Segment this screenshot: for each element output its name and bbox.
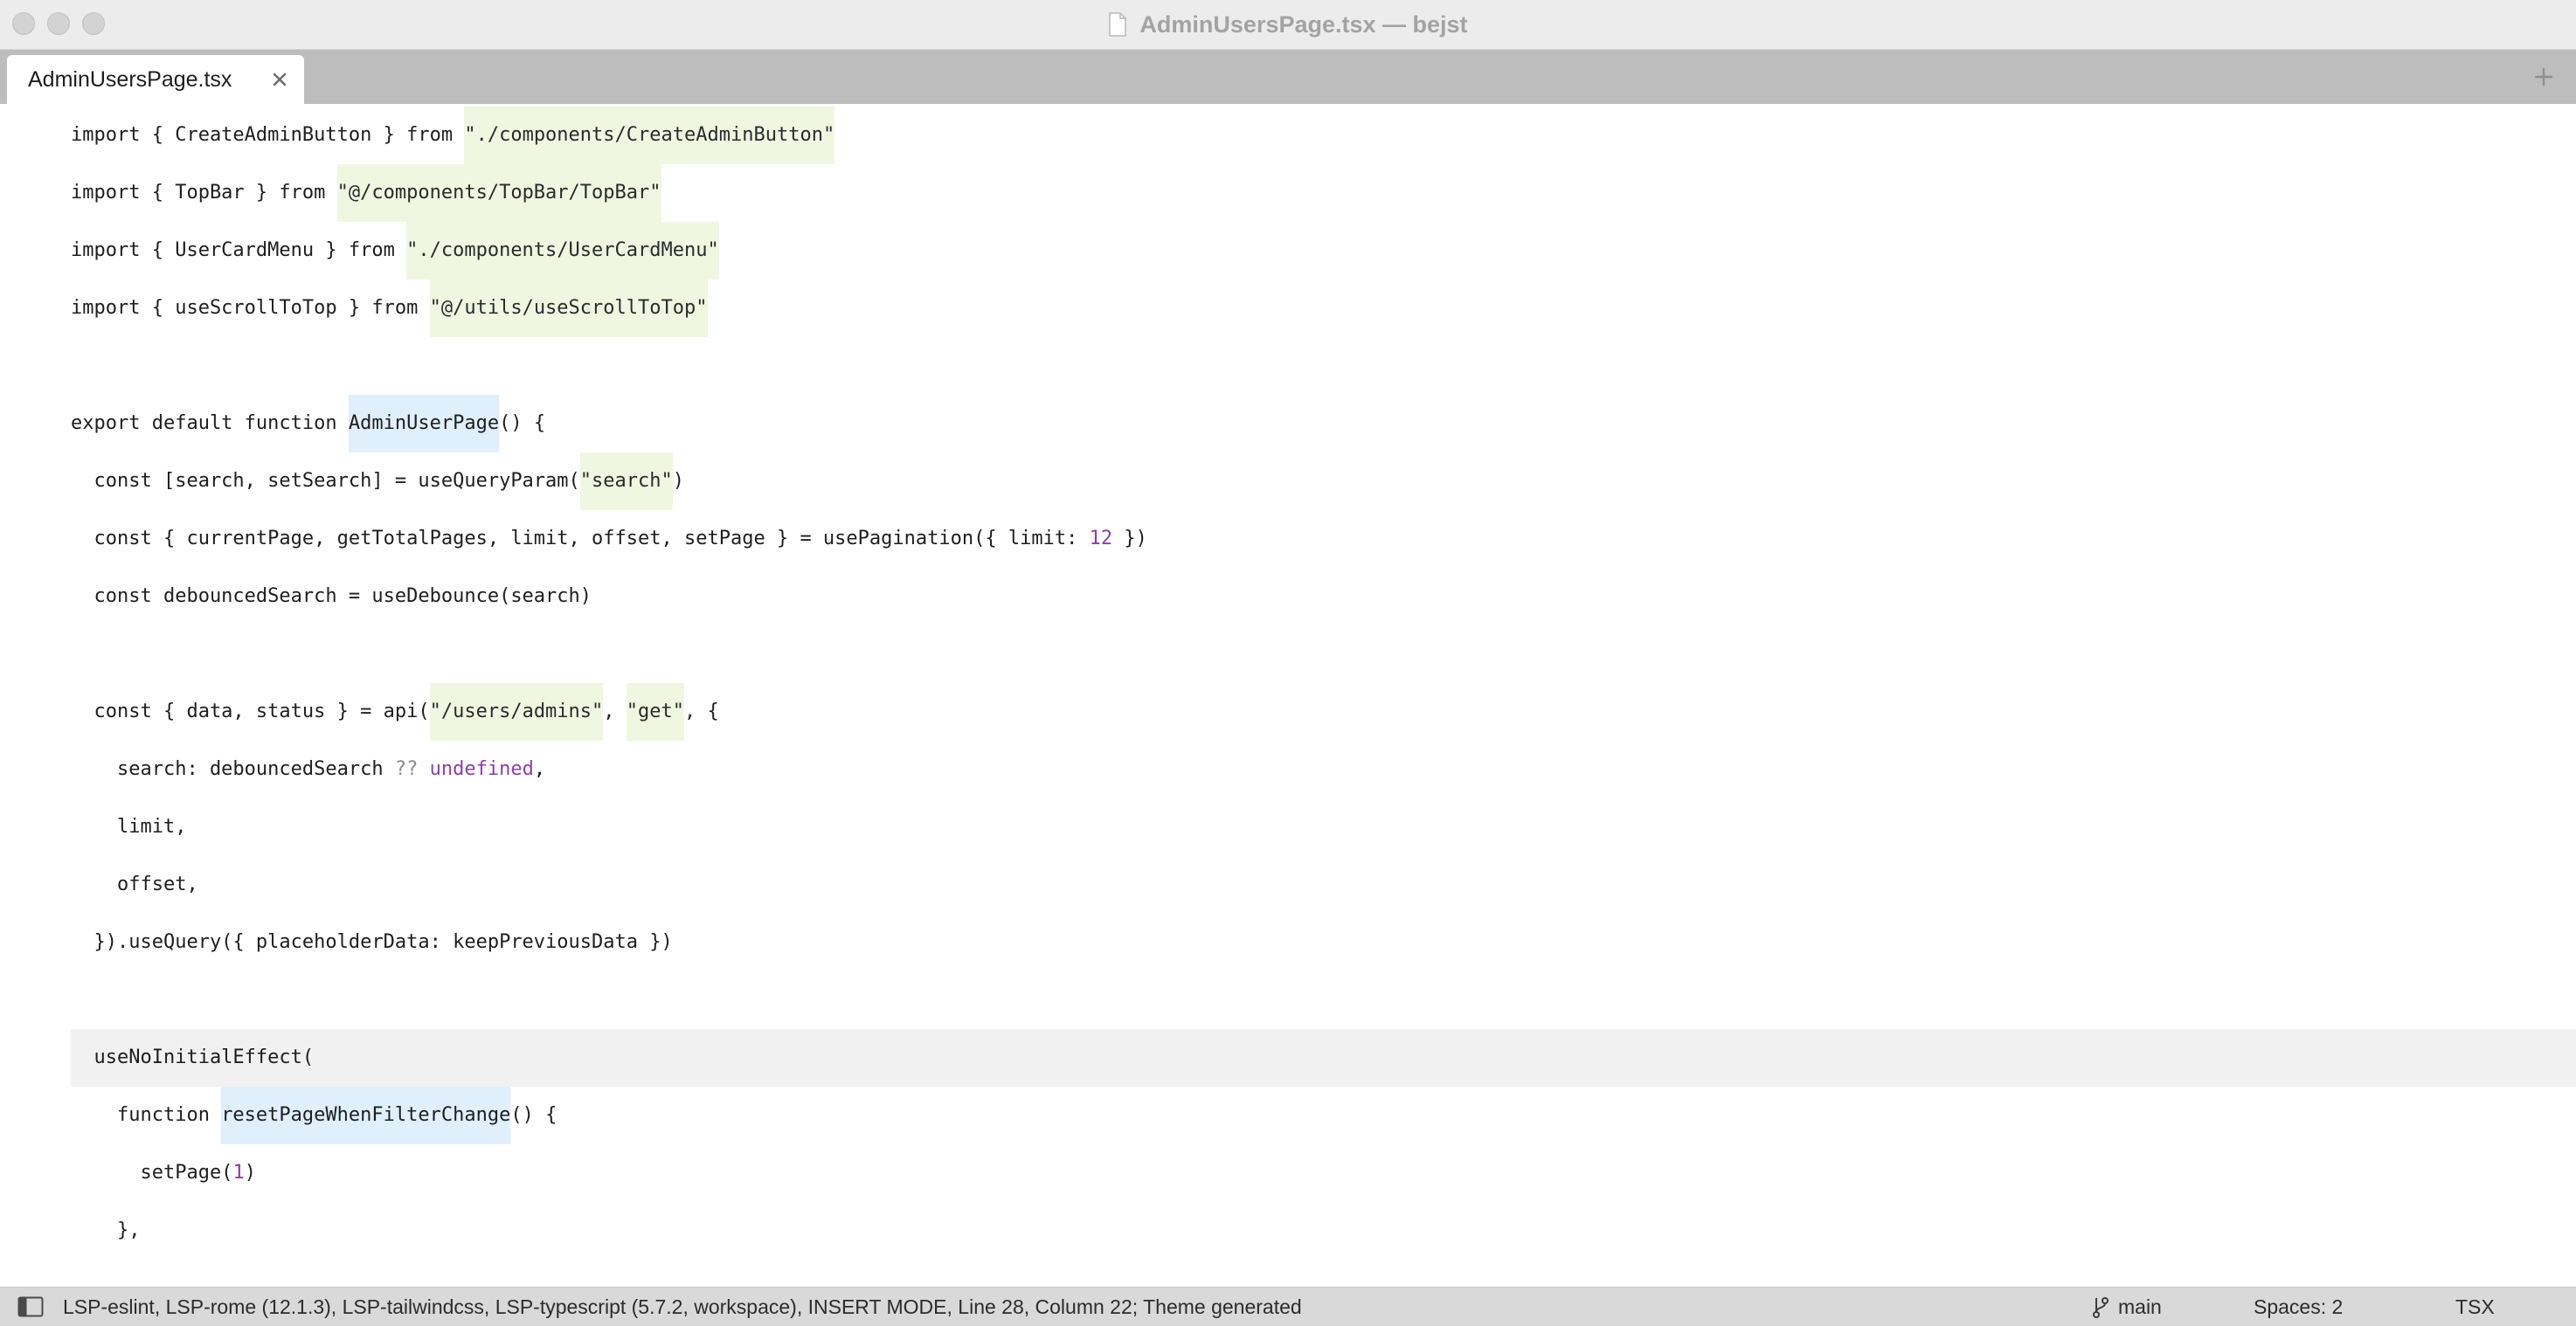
code-token: , bbox=[603, 701, 627, 722]
code-token: "search" bbox=[579, 452, 673, 510]
code-token: resetPageWhenFilterChange bbox=[221, 1087, 511, 1144]
code-line[interactable]: limit, bbox=[71, 798, 186, 856]
code-editor[interactable]: import { CreateAdminButton } from "./com… bbox=[0, 104, 2576, 1287]
code-line[interactable]: }).useQuery({ placeholderData: keepPrevi… bbox=[71, 914, 673, 971]
code-token: import { useScrollToTop } from bbox=[71, 297, 430, 319]
code-token: function bbox=[71, 1104, 222, 1126]
code-line[interactable]: import { TopBar } from "@/components/Top… bbox=[71, 164, 661, 222]
code-token: ) bbox=[672, 470, 685, 492]
code-token: , { bbox=[684, 701, 719, 722]
current-line-highlight bbox=[71, 1029, 2576, 1087]
code-token: import { TopBar } from bbox=[71, 182, 337, 204]
code-line[interactable]: setPage(1) bbox=[71, 1144, 256, 1202]
code-line[interactable]: const { currentPage, getTotalPages, limi… bbox=[71, 510, 1147, 568]
code-token: }, bbox=[71, 1219, 141, 1241]
document-icon bbox=[1109, 12, 1127, 37]
window-title: AdminUsersPage.tsx — bejst bbox=[1139, 10, 1468, 38]
code-token: const { currentPage, getTotalPages, limi… bbox=[71, 528, 1090, 549]
code-token: , bbox=[533, 758, 546, 780]
code-token: }) bbox=[1112, 528, 1147, 549]
code-token: () { bbox=[510, 1104, 557, 1126]
code-token: limit, bbox=[71, 816, 187, 838]
code-line[interactable]: const [search, setSearch] = useQueryPara… bbox=[71, 452, 684, 510]
code-token: const debouncedSearch = useDebounce(sear… bbox=[71, 585, 592, 607]
code-token: ?? bbox=[394, 758, 419, 780]
branch-indicator[interactable]: main bbox=[2092, 1288, 2162, 1326]
code-line[interactable]: const debouncedSearch = useDebounce(sear… bbox=[71, 568, 592, 625]
code-line[interactable]: search: debouncedSearch ?? undefined, bbox=[71, 741, 545, 798]
code-token: () { bbox=[499, 412, 546, 434]
tab-bar: AdminUsersPage.tsx bbox=[0, 50, 2576, 104]
code-token: import { UserCardMenu } from bbox=[71, 239, 407, 261]
tab-adminuserspage[interactable]: AdminUsersPage.tsx bbox=[7, 55, 304, 104]
code-line[interactable]: function resetPageWhenFilterChange() { bbox=[71, 1087, 557, 1144]
close-icon[interactable] bbox=[267, 67, 292, 92]
code-token: "@/components/TopBar/TopBar" bbox=[336, 164, 661, 222]
sidebar-toggle-icon[interactable] bbox=[17, 1296, 44, 1317]
code-token: undefined bbox=[429, 758, 534, 780]
code-token: AdminUserPage bbox=[348, 395, 500, 452]
code-token: 12 bbox=[1089, 528, 1113, 549]
code-line[interactable]: export default function AdminUserPage() … bbox=[71, 395, 545, 452]
code-token: 1 bbox=[232, 1162, 245, 1184]
status-text: LSP-eslint, LSP-rome (12.1.3), LSP-tailw… bbox=[63, 1295, 1302, 1318]
window-title-group: AdminUsersPage.tsx — bejst bbox=[0, 0, 2576, 49]
code-line[interactable]: const { data, status } = api("/users/adm… bbox=[71, 683, 719, 741]
code-token: offset, bbox=[71, 874, 198, 895]
code-line[interactable]: import { CreateAdminButton } from "./com… bbox=[71, 107, 835, 164]
status-bar: LSP-eslint, LSP-rome (12.1.3), LSP-tailw… bbox=[0, 1287, 2576, 1326]
editor-window: AdminUsersPage.tsx — bejst AdminUsersPag… bbox=[0, 0, 2576, 1326]
code-token: "./components/CreateAdminButton" bbox=[464, 107, 835, 164]
code-token: search: debouncedSearch bbox=[71, 758, 395, 780]
code-line[interactable]: useNoInitialEffect( bbox=[71, 1029, 314, 1087]
code-token: useNoInitialEffect( bbox=[71, 1046, 315, 1068]
code-token: "./components/UserCardMenu" bbox=[406, 222, 719, 280]
code-token: "get" bbox=[626, 683, 685, 741]
close-window-button[interactable] bbox=[12, 12, 35, 35]
code-token: "/users/admins" bbox=[429, 683, 604, 741]
code-token: const { data, status } = api( bbox=[71, 701, 430, 722]
code-token: export default function bbox=[71, 412, 349, 434]
plus-icon[interactable] bbox=[2531, 64, 2557, 90]
code-token: import { CreateAdminButton } from bbox=[71, 124, 465, 146]
indentation-setting[interactable]: Spaces: 2 bbox=[2254, 1288, 2343, 1326]
title-bar: AdminUsersPage.tsx — bejst bbox=[0, 0, 2576, 50]
git-branch-icon bbox=[2093, 1296, 2109, 1318]
minimize-window-button[interactable] bbox=[47, 12, 70, 35]
code-line[interactable]: offset, bbox=[71, 856, 198, 914]
zoom-window-button[interactable] bbox=[82, 12, 105, 35]
code-line[interactable]: }, bbox=[71, 1202, 141, 1260]
code-token: }).useQuery({ placeholderData: keepPrevi… bbox=[71, 931, 673, 953]
code-token: setPage( bbox=[71, 1162, 233, 1184]
code-token: "@/utils/useScrollToTop" bbox=[429, 280, 708, 337]
code-line[interactable]: import { UserCardMenu } from "./componen… bbox=[71, 222, 719, 280]
branch-name: main bbox=[2118, 1295, 2162, 1318]
code-token: const [search, setSearch] = useQueryPara… bbox=[71, 470, 580, 492]
code-line[interactable]: import { useScrollToTop } from "@/utils/… bbox=[71, 280, 708, 337]
tab-label: AdminUsersPage.tsx bbox=[28, 67, 232, 92]
syntax-selector[interactable]: TSX bbox=[2455, 1288, 2495, 1326]
code-token: ) bbox=[244, 1162, 256, 1184]
